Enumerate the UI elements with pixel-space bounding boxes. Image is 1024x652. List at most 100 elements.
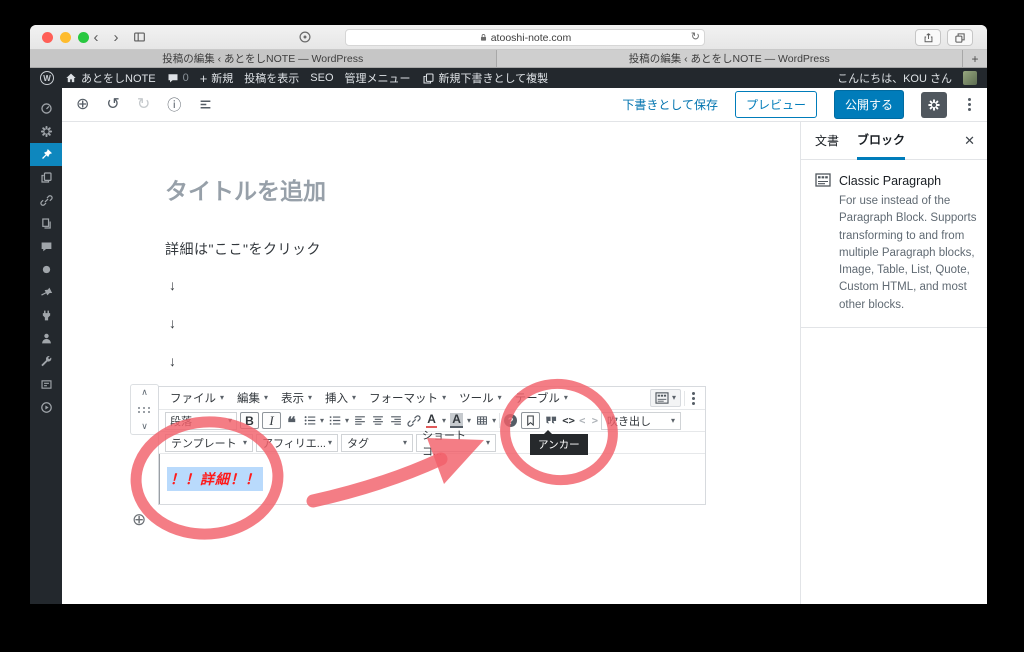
bold-button[interactable]: B bbox=[240, 412, 259, 429]
settings-toggle-button[interactable] bbox=[921, 92, 947, 118]
link-button[interactable] bbox=[406, 412, 421, 429]
code-button[interactable]: <> bbox=[561, 412, 576, 429]
sidebar-item-pages[interactable] bbox=[30, 212, 62, 235]
safari-toolbar: ‹ › atooshi-note.com ↻ bbox=[30, 25, 987, 50]
wordpress-logo-icon[interactable]: W bbox=[40, 71, 54, 85]
new-tab-button[interactable]: + bbox=[963, 50, 987, 67]
sidebar-item-appearance-pin[interactable] bbox=[30, 281, 62, 304]
align-left-button[interactable] bbox=[352, 412, 367, 429]
block-mover: ∧ ∨ bbox=[130, 384, 159, 435]
tab-title: 投稿の編集 ‹ あとをしNOTE — WordPress bbox=[629, 51, 830, 66]
tab-block[interactable]: ブロック bbox=[857, 122, 905, 160]
paragraph-arrow[interactable]: ↓ bbox=[169, 315, 176, 331]
block-switcher-button[interactable]: ▾ bbox=[650, 389, 681, 407]
help-button[interactable]: ? bbox=[503, 412, 518, 429]
sidebar-toggle-icon[interactable] bbox=[132, 30, 147, 44]
add-block-button[interactable]: ⊕ bbox=[76, 97, 89, 113]
admin-bar-site[interactable]: あとをしNOTE bbox=[65, 70, 156, 86]
block-more-options-button[interactable] bbox=[688, 392, 699, 405]
wp-admin-bar: W あとをしNOTE 0 + 新規 投稿を表示 SEO 管理メニュー 新規下書き… bbox=[30, 68, 987, 88]
highlighted-selection[interactable]: ！！詳細！！ bbox=[167, 467, 263, 491]
classic-block-icon bbox=[655, 392, 669, 404]
share-button[interactable] bbox=[915, 29, 941, 46]
paragraph-arrow[interactable]: ↓ bbox=[169, 277, 176, 293]
drag-handle[interactable] bbox=[138, 407, 151, 413]
admin-bar-seo[interactable]: SEO bbox=[310, 72, 333, 84]
code-alt-button[interactable]: < > bbox=[579, 412, 598, 429]
menu-format[interactable]: フォーマット▾ bbox=[364, 390, 451, 406]
save-draft-button[interactable]: 下書きとして保存 bbox=[622, 96, 718, 113]
browser-tab-1[interactable]: 投稿の編集 ‹ あとをしNOTE — WordPress bbox=[30, 50, 497, 67]
align-right-button[interactable] bbox=[388, 412, 403, 429]
reload-button[interactable]: ↻ bbox=[691, 30, 700, 43]
preview-button[interactable]: プレビュー bbox=[735, 91, 817, 118]
sidebar-item-video[interactable] bbox=[30, 396, 62, 419]
forward-button[interactable]: › bbox=[106, 27, 126, 47]
sidebar-item-plugin-dot[interactable] bbox=[30, 258, 62, 281]
align-center-button[interactable] bbox=[370, 412, 385, 429]
sidebar-item-tools[interactable] bbox=[30, 350, 62, 373]
paragraph-format-select[interactable]: 段落▾ bbox=[165, 412, 237, 430]
redo-button[interactable]: ↻ bbox=[137, 97, 150, 113]
menu-view[interactable]: 表示▾ bbox=[276, 390, 317, 406]
anchor-button[interactable] bbox=[521, 412, 540, 429]
admin-bar-admin-menu[interactable]: 管理メニュー bbox=[345, 70, 411, 86]
undo-button[interactable]: ↺ bbox=[106, 97, 119, 113]
sidebar-item-duplicate[interactable] bbox=[30, 166, 62, 189]
sidebar-item-posts[interactable] bbox=[30, 143, 62, 166]
admin-bar-comments[interactable]: 0 bbox=[167, 72, 189, 84]
numbered-list-button[interactable] bbox=[327, 412, 342, 429]
sidebar-item-links[interactable] bbox=[30, 189, 62, 212]
admin-bar-view-post[interactable]: 投稿を表示 bbox=[244, 70, 299, 86]
sidebar-item-plugins[interactable] bbox=[30, 304, 62, 327]
pushpin-icon bbox=[40, 148, 53, 161]
user-avatar[interactable] bbox=[963, 71, 977, 85]
browser-window: ‹ › atooshi-note.com ↻ 投稿の編集 ‹ あ bbox=[30, 25, 987, 604]
sidebar-item-settings-panel[interactable] bbox=[30, 373, 62, 396]
move-down-button[interactable]: ∨ bbox=[141, 421, 148, 432]
sidebar-item-settings-gear[interactable] bbox=[30, 120, 62, 143]
append-block-button[interactable]: ⊕ bbox=[132, 510, 146, 530]
menu-insert[interactable]: 挿入▾ bbox=[320, 390, 361, 406]
menu-edit[interactable]: 編集▾ bbox=[232, 390, 273, 406]
speech-bubble-select[interactable]: 吹き出し▾ bbox=[601, 412, 681, 430]
address-bar[interactable]: atooshi-note.com ↻ bbox=[345, 29, 705, 46]
affiliate-dropdown[interactable]: アフィリエ...▾ bbox=[256, 434, 338, 452]
extension-icon[interactable] bbox=[298, 30, 312, 44]
paragraph-block[interactable]: 詳細は"ここ"をクリック bbox=[165, 239, 321, 259]
menu-tools[interactable]: ツール▾ bbox=[454, 390, 507, 406]
move-up-button[interactable]: ∧ bbox=[141, 387, 148, 398]
sidebar-item-users[interactable] bbox=[30, 327, 62, 350]
more-options-button[interactable] bbox=[964, 98, 975, 111]
tabs-overview-button[interactable] bbox=[947, 29, 973, 46]
tag-dropdown[interactable]: タグ▾ bbox=[341, 434, 413, 452]
duplicate-format-button[interactable] bbox=[543, 412, 558, 429]
blockquote-button[interactable]: ❝ bbox=[284, 412, 299, 429]
admin-bar-duplicate[interactable]: 新規下書きとして複製 bbox=[422, 70, 549, 86]
post-title-placeholder[interactable]: タイトルを追加 bbox=[165, 172, 326, 206]
home-icon bbox=[65, 72, 77, 84]
browser-tab-2[interactable]: 投稿の編集 ‹ あとをしNOTE — WordPress bbox=[497, 50, 964, 67]
close-window-button[interactable] bbox=[42, 32, 53, 43]
block-navigation-button[interactable] bbox=[198, 98, 213, 111]
sidebar-item-comments[interactable] bbox=[30, 235, 62, 258]
sidebar-item-dashboard[interactable] bbox=[30, 97, 62, 120]
italic-button[interactable]: I bbox=[262, 412, 281, 429]
menu-table[interactable]: テーブル▾ bbox=[510, 390, 573, 406]
publish-button[interactable]: 公開する bbox=[834, 90, 904, 119]
template-dropdown[interactable]: テンプレート▾ bbox=[165, 434, 253, 452]
back-button[interactable]: ‹ bbox=[86, 27, 106, 47]
menu-file[interactable]: ファイル▾ bbox=[165, 390, 229, 406]
admin-bar-greeting[interactable]: こんにちは、KOU さん bbox=[837, 70, 952, 86]
tab-document[interactable]: 文書 bbox=[815, 122, 839, 159]
admin-bar-new[interactable]: + 新規 bbox=[200, 70, 234, 86]
shortcode-dropdown[interactable]: ショートコ...▾ bbox=[416, 434, 496, 452]
safari-tab-bar: 投稿の編集 ‹ あとをしNOTE — WordPress 投稿の編集 ‹ あとを… bbox=[30, 50, 987, 68]
paragraph-arrow[interactable]: ↓ bbox=[169, 353, 176, 369]
anchor-tooltip: アンカー bbox=[530, 434, 588, 455]
close-sidebar-button[interactable]: ✕ bbox=[964, 122, 975, 159]
classic-block-content[interactable]: ！！詳細！！ bbox=[159, 454, 705, 504]
content-info-button[interactable]: ⓘ bbox=[167, 98, 181, 112]
minimize-window-button[interactable] bbox=[60, 32, 71, 43]
bullet-list-button[interactable] bbox=[302, 412, 317, 429]
